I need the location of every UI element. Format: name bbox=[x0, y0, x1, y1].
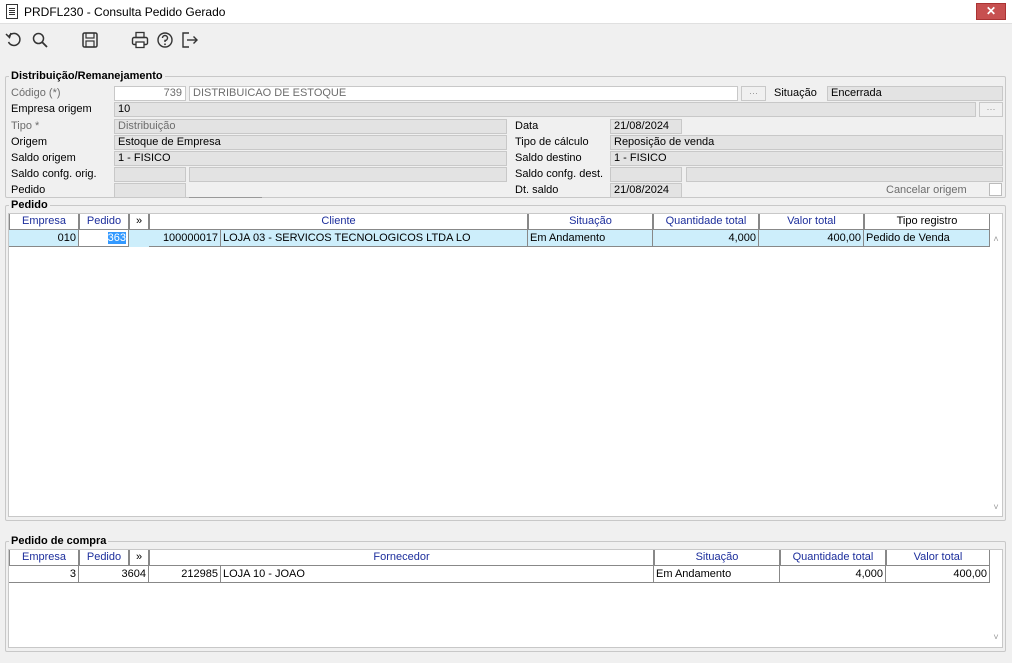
tipo-label: Tipo * bbox=[11, 120, 40, 132]
col-tipo-registro[interactable]: Tipo registro bbox=[864, 214, 990, 230]
col-pedido[interactable]: Pedido bbox=[79, 214, 129, 230]
cell-fornecedor-code: 212985 bbox=[149, 566, 221, 583]
cell-quantidade: 4,000 bbox=[780, 566, 886, 583]
cell-empresa: 3 bbox=[9, 566, 79, 583]
col-situacao[interactable]: Situação bbox=[528, 214, 653, 230]
col-expand[interactable]: » bbox=[129, 550, 149, 566]
data-field[interactable]: 21/08/2024 bbox=[610, 119, 682, 134]
dt-saldo-field[interactable]: 21/08/2024 bbox=[610, 183, 682, 198]
codigo-field[interactable]: 739 bbox=[114, 86, 186, 101]
col-quantidade-total[interactable]: Quantidade total bbox=[653, 214, 759, 230]
cell-quantidade: 4,000 bbox=[653, 230, 759, 247]
tipo-calculo-label: Tipo de cálculo bbox=[515, 136, 589, 148]
cell-situacao: Em Andamento bbox=[654, 566, 780, 583]
window-title: PRDFL230 - Consulta Pedido Gerado bbox=[24, 5, 226, 19]
toolbar bbox=[0, 25, 1012, 55]
col-valor-total[interactable]: Valor total bbox=[759, 214, 864, 230]
origem-field[interactable]: Estoque de Empresa bbox=[114, 135, 507, 150]
dt-saldo-label: Dt. saldo bbox=[515, 184, 559, 196]
exit-icon[interactable] bbox=[181, 31, 199, 49]
saldo-confg-dest-field[interactable] bbox=[610, 167, 682, 182]
empresa-origem-field[interactable]: 10 bbox=[114, 102, 976, 117]
codigo-description-field: DISTRIBUICAO DE ESTOQUE bbox=[189, 86, 738, 101]
search-icon[interactable] bbox=[31, 31, 49, 49]
cancelar-origem-label: Cancelar origem bbox=[886, 184, 967, 196]
undo-icon[interactable] bbox=[5, 31, 23, 49]
tipo-calculo-field[interactable]: Reposição de venda bbox=[610, 135, 1003, 150]
codigo-label: Código (*) bbox=[11, 87, 61, 99]
col-empresa[interactable]: Empresa bbox=[9, 214, 79, 230]
situacao-label: Situação bbox=[774, 87, 817, 99]
origem-label: Origem bbox=[11, 136, 48, 148]
saldo-destino-label: Saldo destino bbox=[515, 152, 582, 164]
saldo-destino-field[interactable]: 1 - FISICO bbox=[610, 151, 1003, 166]
close-button[interactable]: ✕ bbox=[976, 3, 1006, 20]
col-empresa[interactable]: Empresa bbox=[9, 550, 79, 566]
empresa-origem-lookup-button[interactable]: ⋯ bbox=[979, 102, 1003, 117]
col-pedido[interactable]: Pedido bbox=[79, 550, 129, 566]
pedido-label: Pedido bbox=[11, 184, 46, 196]
saldo-confg-dest-label: Saldo confg. dest. bbox=[515, 168, 604, 180]
cell-empresa: 010 bbox=[9, 230, 79, 247]
scroll-down-icon[interactable]: ˅ bbox=[990, 632, 1002, 642]
cell-fornecedor: LOJA 10 - JOAO bbox=[221, 566, 654, 583]
pedido-underline bbox=[189, 197, 262, 198]
saldo-confg-dest-description bbox=[686, 167, 1003, 182]
compra-grid: Empresa Pedido » Fornecedor Situação Qua… bbox=[8, 549, 1003, 648]
cell-pedido: 3604 bbox=[79, 566, 149, 583]
distribuicao-group-label: Distribuição/Remanejamento bbox=[9, 70, 165, 82]
save-icon[interactable] bbox=[81, 31, 99, 49]
saldo-origem-field[interactable]: 1 - FISICO bbox=[114, 151, 507, 166]
codigo-lookup-button[interactable]: ⋯ bbox=[741, 86, 766, 101]
print-icon[interactable] bbox=[131, 31, 149, 49]
data-label: Data bbox=[515, 120, 539, 132]
pedido-group-label: Pedido bbox=[9, 199, 50, 211]
cell-valor: 400,00 bbox=[759, 230, 864, 247]
pedido-grid: Empresa Pedido » Cliente Situação Quanti… bbox=[8, 213, 1003, 517]
cell-valor: 400,00 bbox=[886, 566, 990, 583]
empresa-origem-label: Empresa origem bbox=[11, 103, 92, 115]
col-fornecedor[interactable]: Fornecedor bbox=[149, 550, 654, 566]
col-quantidade-total[interactable]: Quantidade total bbox=[780, 550, 886, 566]
cell-cliente-code: 100000017 bbox=[149, 230, 221, 247]
saldo-confg-orig-field[interactable] bbox=[114, 167, 186, 182]
cell-cliente: LOJA 03 - SERVICOS TECNOLOGICOS LTDA LO bbox=[221, 230, 528, 247]
saldo-confg-orig-label: Saldo confg. orig. bbox=[11, 168, 97, 180]
tipo-field[interactable]: Distribuição bbox=[114, 119, 507, 134]
col-expand[interactable]: » bbox=[129, 214, 149, 230]
compra-group-label: Pedido de compra bbox=[9, 535, 109, 547]
col-situacao[interactable]: Situação bbox=[654, 550, 780, 566]
saldo-origem-label: Saldo origem bbox=[11, 152, 76, 164]
cell-situacao: Em Andamento bbox=[528, 230, 653, 247]
help-icon[interactable] bbox=[156, 31, 174, 49]
scroll-down-icon[interactable]: ˅ bbox=[990, 502, 1002, 512]
saldo-confg-orig-description bbox=[189, 167, 507, 182]
cell-pedido[interactable]: 363 bbox=[79, 230, 129, 247]
document-icon bbox=[6, 4, 18, 19]
situacao-field: Encerrada bbox=[827, 86, 1003, 101]
cell-pedido-value: 363 bbox=[107, 232, 126, 244]
scroll-up-icon[interactable]: ˄ bbox=[990, 234, 1002, 244]
col-valor-total[interactable]: Valor total bbox=[886, 550, 990, 566]
col-cliente[interactable]: Cliente bbox=[149, 214, 528, 230]
cell-tipo-registro: Pedido de Venda bbox=[864, 230, 990, 247]
cancelar-origem-checkbox[interactable] bbox=[989, 183, 1002, 196]
pedido-field[interactable] bbox=[114, 183, 186, 198]
